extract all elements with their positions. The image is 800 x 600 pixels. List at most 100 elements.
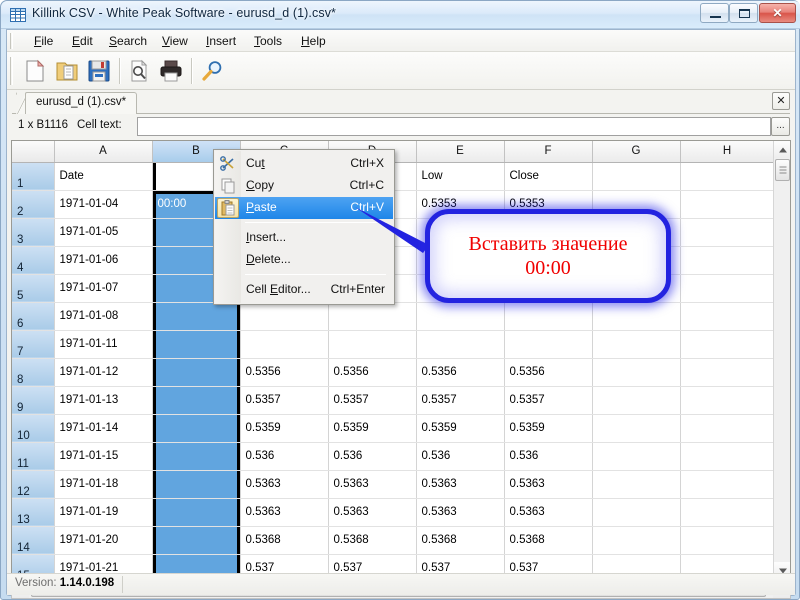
cell-E14[interactable]: 0.5368 (416, 526, 505, 555)
cell-D9[interactable]: 0.5357 (328, 386, 417, 415)
cell-G6[interactable] (592, 302, 681, 331)
cell-B10[interactable] (152, 414, 241, 443)
minimize-button[interactable] (700, 3, 729, 23)
menu-tools[interactable]: Tools (247, 33, 289, 50)
cell-G7[interactable] (592, 330, 681, 359)
cell-H6[interactable] (680, 302, 774, 331)
cell-F13[interactable]: 0.5363 (504, 498, 593, 527)
row-header[interactable]: 13 (12, 498, 55, 527)
vertical-scrollbar[interactable] (773, 141, 790, 579)
cell-H14[interactable] (680, 526, 774, 555)
cell-H8[interactable] (680, 358, 774, 387)
cell-B8[interactable] (152, 358, 241, 387)
cell-D14[interactable]: 0.5368 (328, 526, 417, 555)
title-bar[interactable]: Killink CSV - White Peak Software - euru… (1, 1, 800, 29)
menu-search[interactable]: Search (102, 33, 154, 50)
cell-H3[interactable] (680, 218, 774, 247)
scroll-up-button[interactable] (774, 141, 790, 158)
cell-D13[interactable]: 0.5363 (328, 498, 417, 527)
cell-H4[interactable] (680, 246, 774, 275)
row-header[interactable]: 1 (12, 162, 55, 191)
row-header[interactable]: 11 (12, 442, 55, 471)
row-header[interactable]: 5 (12, 274, 55, 303)
cell-C6[interactable] (240, 302, 329, 331)
cell-F10[interactable]: 0.5359 (504, 414, 593, 443)
cell-H5[interactable] (680, 274, 774, 303)
cell-text-more-button[interactable]: ... (771, 117, 790, 136)
cell-C12[interactable]: 0.5363 (240, 470, 329, 499)
cell-E9[interactable]: 0.5357 (416, 386, 505, 415)
cell-F6[interactable] (504, 302, 593, 331)
table-row[interactable]: 9 1971-01-13 0.5357 0.5357 0.5357 0.5357 (12, 386, 774, 415)
menu-insert[interactable]: Insert (199, 33, 243, 50)
cell-A14[interactable]: 1971-01-20 (54, 526, 153, 555)
cell-B6[interactable] (152, 302, 241, 331)
cell-A12[interactable]: 1971-01-18 (54, 470, 153, 499)
row-header[interactable]: 6 (12, 302, 55, 331)
row-header[interactable]: 2 (12, 190, 55, 219)
cell-E13[interactable]: 0.5363 (416, 498, 505, 527)
cell-F9[interactable]: 0.5357 (504, 386, 593, 415)
table-row[interactable]: 8 1971-01-12 0.5356 0.5356 0.5356 0.5356 (12, 358, 774, 387)
cell-H11[interactable] (680, 442, 774, 471)
menu-view[interactable]: View (155, 33, 195, 50)
table-row[interactable]: 13 1971-01-19 0.5363 0.5363 0.5363 0.5363 (12, 498, 774, 527)
cell-D7[interactable] (328, 330, 417, 359)
context-menu-item-copy[interactable]: Copy Ctrl+C (215, 175, 393, 197)
row-header[interactable]: 3 (12, 218, 55, 247)
row-header[interactable]: 14 (12, 526, 55, 555)
cell-E6[interactable] (416, 302, 505, 331)
cell-F11[interactable]: 0.536 (504, 442, 593, 471)
cell-C8[interactable]: 0.5356 (240, 358, 329, 387)
cell-H10[interactable] (680, 414, 774, 443)
cell-G11[interactable] (592, 442, 681, 471)
cell-G10[interactable] (592, 414, 681, 443)
cell-A7[interactable]: 1971-01-11 (54, 330, 153, 359)
menubar-grip[interactable] (10, 33, 13, 49)
close-tab-button[interactable]: ✕ (772, 92, 790, 110)
cell-F7[interactable] (504, 330, 593, 359)
cell-H13[interactable] (680, 498, 774, 527)
cell-C9[interactable]: 0.5357 (240, 386, 329, 415)
cell-C13[interactable]: 0.5363 (240, 498, 329, 527)
save-disk-icon[interactable] (87, 59, 111, 83)
cell-A3[interactable]: 1971-01-05 (54, 218, 153, 247)
cell-H9[interactable] (680, 386, 774, 415)
cell-C7[interactable] (240, 330, 329, 359)
vertical-scroll-thumb[interactable] (775, 159, 790, 181)
row-header[interactable]: 9 (12, 386, 55, 415)
cell-G12[interactable] (592, 470, 681, 499)
close-window-button[interactable]: ✕ (759, 3, 796, 23)
cell-E11[interactable]: 0.536 (416, 442, 505, 471)
col-header-A[interactable]: A (54, 141, 153, 163)
cell-G13[interactable] (592, 498, 681, 527)
toolbar-grip[interactable] (10, 57, 13, 85)
cell-A10[interactable]: 1971-01-14 (54, 414, 153, 443)
select-all-corner[interactable] (12, 141, 55, 163)
cell-A9[interactable]: 1971-01-13 (54, 386, 153, 415)
table-row[interactable]: 11 1971-01-15 0.536 0.536 0.536 0.536 (12, 442, 774, 471)
menu-file[interactable]: File (27, 33, 60, 50)
table-row[interactable]: 7 1971-01-11 (12, 330, 774, 359)
print-icon[interactable] (159, 59, 183, 83)
cell-D11[interactable]: 0.536 (328, 442, 417, 471)
tab-eurusd-csv[interactable]: eurusd_d (1).csv* (25, 92, 138, 114)
table-row[interactable]: 14 1971-01-20 0.5368 0.5368 0.5368 0.5368 (12, 526, 774, 555)
context-menu-item-cell-editor[interactable]: Cell Editor... Ctrl+Enter (215, 279, 393, 301)
cell-E1[interactable]: Low (416, 162, 505, 191)
cell-A2[interactable]: 1971-01-04 (54, 190, 153, 219)
print-preview-icon[interactable] (127, 59, 151, 83)
cell-A5[interactable]: 1971-01-07 (54, 274, 153, 303)
table-row[interactable]: 12 1971-01-18 0.5363 0.5363 0.5363 0.5363 (12, 470, 774, 499)
cell-F1[interactable]: Close (504, 162, 593, 191)
cell-B12[interactable] (152, 470, 241, 499)
open-folder-icon[interactable] (55, 59, 79, 83)
cell-E8[interactable]: 0.5356 (416, 358, 505, 387)
cell-B13[interactable] (152, 498, 241, 527)
cell-D6[interactable] (328, 302, 417, 331)
cell-G9[interactable] (592, 386, 681, 415)
cell-B9[interactable] (152, 386, 241, 415)
cell-F12[interactable]: 0.5363 (504, 470, 593, 499)
col-header-F[interactable]: F (504, 141, 593, 163)
row-header[interactable]: 12 (12, 470, 55, 499)
